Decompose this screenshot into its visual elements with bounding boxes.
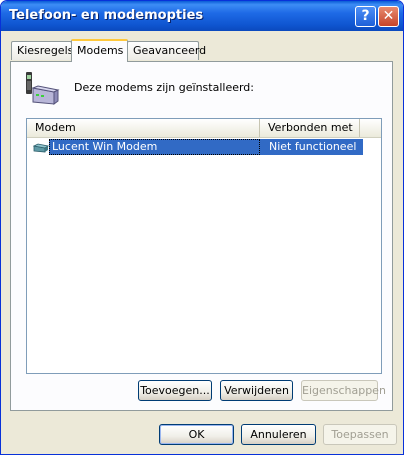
close-button[interactable]: ✕ [378, 6, 399, 27]
window-title: Telefoon- en modemopties [9, 8, 204, 23]
help-button[interactable]: ? [355, 6, 376, 27]
ok-button[interactable]: OK [159, 424, 234, 445]
properties-button[interactable]: Eigenschappen [301, 380, 386, 401]
title-bar[interactable]: Telefoon- en modemopties ? ✕ [1, 1, 403, 31]
column-header-connected[interactable]: Verbonden met [260, 119, 360, 137]
apply-button[interactable]: Toepassen [323, 424, 397, 445]
cancel-button[interactable]: Annuleren [241, 424, 316, 445]
modem-phone-icon [26, 72, 60, 105]
list-item[interactable]: Lucent Win Modem Niet functioneel [29, 139, 363, 155]
tab-panel: Deze modems zijn geïnstalleerd: Modem Ve… [10, 61, 393, 411]
modem-status-cell: Niet functioneel [260, 139, 363, 155]
modem-icon [33, 143, 49, 153]
dialog-window: Telefoon- en modemopties ? ✕ Kiesregels … [0, 0, 404, 455]
remove-button[interactable]: Verwijderen [220, 380, 293, 401]
tab-geavanceerd[interactable]: Geavanceerd [127, 41, 206, 60]
add-button[interactable]: Toevoegen... [138, 380, 212, 401]
column-header-modem[interactable]: Modem [27, 119, 260, 137]
tab-modems[interactable]: Modems [71, 39, 128, 62]
list-header: Modem Verbonden met [27, 119, 381, 138]
intro-text: Deze modems zijn geïnstalleerd: [74, 81, 254, 94]
modem-list[interactable]: Modem Verbonden met Lucent Win Modem Nie… [26, 118, 382, 374]
tab-kiesregels[interactable]: Kiesregels [11, 41, 73, 60]
modem-name-cell: Lucent Win Modem [49, 139, 260, 155]
